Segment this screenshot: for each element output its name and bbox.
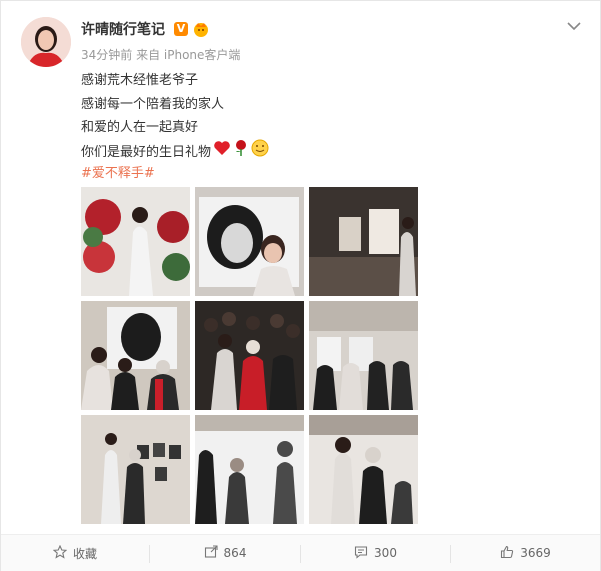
post-photo[interactable] [195,187,304,296]
star-icon [52,544,68,562]
verified-badge: V [174,22,188,36]
post-photo[interactable] [309,187,418,296]
comment-count: 300 [374,546,397,560]
comment-button[interactable]: 300 [301,535,450,571]
favorite-label: 收藏 [72,546,97,561]
post-text: 你们是最好的生日礼物 [81,144,212,160]
post-text-line: 和爱的人在一起真好 [81,120,199,135]
post-photo[interactable] [81,301,190,410]
avatar[interactable] [21,17,71,67]
post-photo[interactable] [195,415,304,524]
repost-button[interactable]: 864 [150,535,300,571]
weibo-post-card: 许晴随行笔记 V 34分钟前 来自 iPhone客户端 感谢荒木经惟老爷子 感谢… [0,0,601,571]
post-photo[interactable] [309,415,418,524]
action-bar: 收藏 864 300 3669 [1,534,600,571]
comment-icon [354,545,368,562]
topic-hashtag-link[interactable]: #爱不释手# [81,162,155,181]
chevron-down-icon[interactable] [567,17,581,31]
post-photo[interactable] [81,415,190,524]
smile-icon [251,139,269,161]
author-name[interactable]: 许晴随行笔记 [81,19,165,39]
repost-icon [204,544,218,562]
post-photo[interactable] [309,301,418,410]
rose-icon [233,139,249,161]
like-button[interactable]: 3669 [451,535,600,571]
post-meta: 34分钟前 来自 iPhone客户端 [81,48,241,62]
post-photo[interactable] [195,301,304,410]
like-count: 3669 [520,546,551,560]
post-photo[interactable] [81,187,190,296]
thumbs-up-icon [500,545,514,562]
red-heart-icon [213,140,231,160]
post-text-line: 感谢荒木经惟老爷子 [81,73,199,88]
repost-count: 864 [223,546,247,560]
favorite-button[interactable]: 收藏 [1,535,149,571]
vip-crown-icon [192,20,210,38]
post-text-line: 感谢每一个陪着我的家人 [81,97,225,112]
post-text-line-with-emoji: 你们是最好的生日礼物 [81,139,269,161]
